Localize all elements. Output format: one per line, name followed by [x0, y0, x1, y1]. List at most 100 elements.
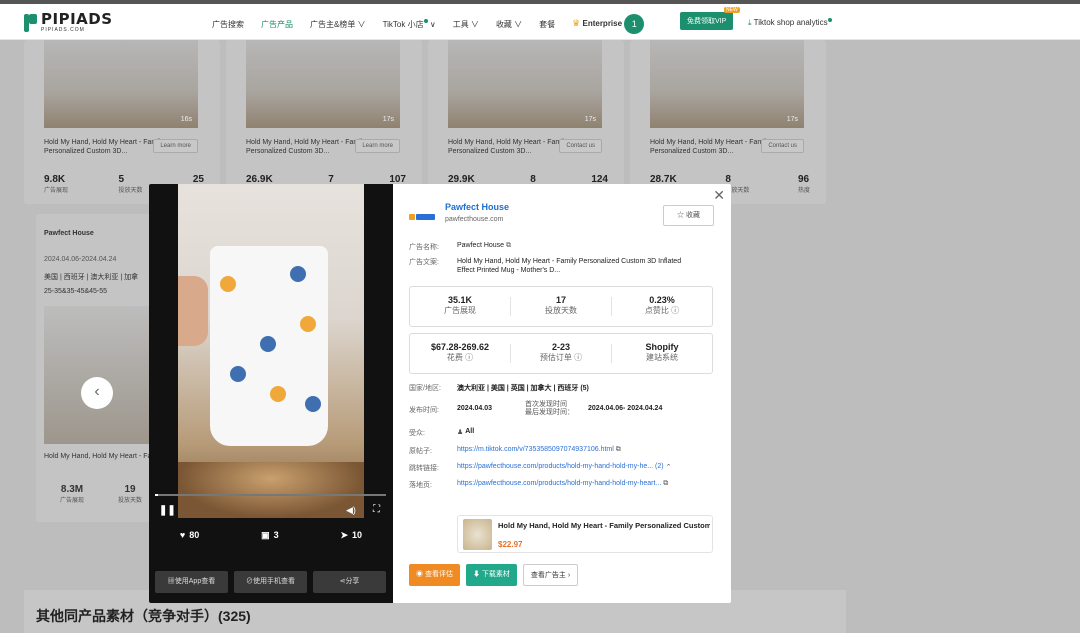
download-material-label: 下载素材 [481, 571, 510, 578]
shop-logo [409, 212, 435, 222]
view-evaluation-button[interactable]: ◉ 查看评估 [409, 564, 460, 586]
free-vip-button[interactable]: 免费领取VIP [680, 12, 734, 30]
stat-label: 投放天数 [118, 188, 143, 194]
volume-icon[interactable]: ◀) [346, 505, 356, 516]
nav-favorites[interactable]: 收藏 ∨ [496, 19, 522, 30]
audience-key: 受众: [409, 430, 425, 437]
stat-value: 9.8K [44, 174, 66, 185]
nav-tiktok-shop[interactable]: TikTok 小店 ∨ [383, 18, 436, 30]
view-advertiser-button[interactable]: 查看广告主 › [522, 564, 579, 586]
cta-button[interactable]: Contact us [761, 139, 804, 153]
impressions-label: 广告展现 [444, 306, 476, 315]
platform-value: Shopify [645, 342, 679, 352]
shares-value: 10 [352, 530, 363, 540]
view-on-phone-button[interactable]: ⊘使用手机查看 [234, 571, 307, 593]
jump-count[interactable]: (2) [655, 463, 664, 470]
stats-box-primary: 35.1K 广告展现 17 投放天数 0.23% 点赞比 ⓘ [409, 286, 713, 327]
stat-label: 广告展现 [60, 498, 85, 504]
publish-value: 2024.04.03 [457, 405, 493, 412]
user-avatar[interactable]: 1 [624, 14, 645, 34]
spend-value: $67.28-269.62 [430, 342, 490, 352]
help-icon[interactable]: ⓘ [465, 353, 473, 362]
nav-tools[interactable]: 工具 ∨ [453, 19, 479, 30]
ad-thumbnail[interactable] [246, 40, 400, 128]
ad-card[interactable]: 16s Hold My Hand, Hold My Heart - Family… [24, 40, 220, 204]
ad-title: Hold My Hand, Hold My Heart - Family Per… [650, 139, 770, 155]
ad-thumbnail[interactable] [448, 40, 602, 128]
view-advertiser-label: 查看广告主 [530, 572, 566, 579]
spend-label: 花费 [446, 353, 463, 362]
ad-name-key: 广告名称: [409, 244, 439, 251]
region-value: 澳大利亚 | 美国 | 英国 | 加拿大 | 西班牙 (5) [457, 385, 589, 392]
prev-arrow-button[interactable]: ‹ [81, 377, 113, 409]
expand-up-icon[interactable]: ⌃ [666, 464, 672, 471]
publish-row: 发布时间: 2024.04.03 [409, 405, 525, 415]
share-button[interactable]: ⋖分享 [313, 571, 386, 593]
landing-link[interactable]: https://pawfecthouse.com/products/hold-m… [457, 480, 661, 487]
ad-thumbnail[interactable] [44, 306, 158, 444]
jump-link[interactable]: https://pawfecthouse.com/products/hold-m… [457, 463, 653, 470]
help-icon[interactable]: ⓘ [574, 353, 582, 362]
shop-name-link[interactable]: Pawfect House [445, 202, 509, 212]
audience-value: All [465, 428, 475, 435]
qr-icon: ▦ [167, 578, 175, 585]
copy-icon[interactable]: ⧉ [663, 480, 668, 487]
cta-button[interactable]: Learn more [355, 139, 400, 153]
ad-card[interactable]: 17s Hold My Hand, Hold My Heart - Family… [428, 40, 624, 204]
ad-thumbnail[interactable] [650, 40, 804, 128]
tiktok-shop-analytics-link[interactable]: ⤓ Tiktok shop analytics [748, 18, 832, 28]
video-frame[interactable] [178, 184, 364, 518]
enterprise-menu[interactable]: ♛ Enterprise 1 [572, 14, 645, 34]
post-row: 原帖子: https://m.tiktok.com/v/7353585097074… [409, 446, 621, 456]
seen-keys: 首次发现时间 最后发现时间： [525, 401, 574, 417]
stat-label: 投放天数 [118, 498, 143, 504]
flower-shape [300, 316, 316, 332]
video-player[interactable]: ❚❚ ◀) ⛶ ♥ 80 ▣ 3 ➤ 10 ▦使用App查看 ⊘使用手机查看 ⋖分享 [149, 184, 393, 603]
stat: 19 投放天数 [118, 484, 142, 504]
impressions-value: 35.1K [447, 295, 473, 305]
nav-ad-search[interactable]: 广告搜索 [212, 19, 244, 30]
post-link[interactable]: https://m.tiktok.com/v/73535850970749371… [457, 446, 614, 453]
view-on-phone-label: 使用手机查看 [253, 578, 295, 585]
last-seen-key: 最后发现时间： [525, 409, 574, 416]
flower-shape [290, 266, 306, 282]
video-progress-bar[interactable] [155, 494, 386, 496]
ad-name-row: 广告名称: Pawfect House ⧉ [409, 242, 511, 252]
star-icon: ☆ [677, 212, 685, 219]
favorite-button[interactable]: ☆ 收藏 [663, 205, 714, 226]
logo-text: PIPIADS [41, 10, 113, 28]
cta-button[interactable]: Contact us [559, 139, 602, 153]
share-label: 分享 [345, 578, 360, 585]
product-card[interactable]: Hold My Hand, Hold My Heart - Family Per… [457, 515, 713, 553]
region-key: 国家/地区: [409, 385, 441, 392]
cta-button[interactable]: Learn more [153, 139, 198, 153]
close-icon[interactable]: ✕ [713, 187, 725, 204]
ad-card[interactable]: 17s Hold My Hand, Hold My Heart - Family… [630, 40, 826, 204]
days-label: 投放天数 [545, 306, 577, 315]
ad-copy-key: 广告文案: [409, 259, 439, 266]
pipiads-logo[interactable]: PIPIADS PIPIADS.COM [24, 12, 113, 33]
stat-value: 19 [124, 484, 136, 495]
pause-icon[interactable]: ❚❚ [159, 505, 176, 516]
nav-plans[interactable]: 套餐 [539, 19, 555, 30]
nav-ad-products[interactable]: 广告产品 [261, 19, 293, 30]
ad-title: Hold My Hand, Hold My Heart - Family Per… [44, 453, 158, 460]
ad-thumbnail[interactable] [44, 40, 198, 128]
download-material-button[interactable]: ⬇ 下载素材 [465, 564, 517, 586]
video-duration: 17s [382, 116, 394, 123]
view-in-app-button[interactable]: ▦使用App查看 [155, 571, 228, 593]
video-duration: 17s [584, 116, 596, 123]
fullscreen-icon[interactable]: ⛶ [373, 504, 380, 515]
top-navigation: PIPIADS PIPIADS.COM 广告搜索 广告产品 广告主&榜单 ∨ T… [0, 0, 1080, 40]
share-arrow-icon: ➤ [340, 530, 349, 540]
help-icon[interactable]: ⓘ [671, 306, 679, 315]
copy-icon[interactable]: ⧉ [616, 446, 621, 453]
copy-icon[interactable]: ⧉ [506, 242, 511, 249]
ad-card[interactable]: Pawfect House 2024.04.06-2024.04.24 美国 |… [36, 214, 166, 522]
ad-card[interactable]: 17s Hold My Hand, Hold My Heart - Family… [226, 40, 422, 204]
nav-advertisers[interactable]: 广告主&榜单 ∨ [310, 19, 366, 30]
comment-icon: ▣ [261, 530, 270, 540]
flower-shape [260, 336, 276, 352]
favorite-label: 收藏 [685, 212, 700, 219]
comments-count: ▣ 3 [261, 530, 279, 541]
